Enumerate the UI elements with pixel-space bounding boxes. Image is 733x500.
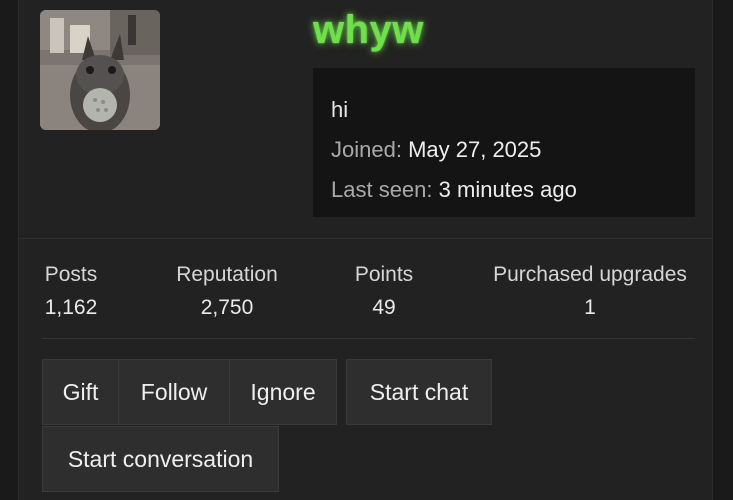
stat-label: Purchased upgrades <box>493 263 687 286</box>
start-chat-button[interactable]: Start chat <box>346 359 492 425</box>
last-seen-value: 3 minutes ago <box>438 177 577 202</box>
stat-label: Points <box>354 263 414 286</box>
stat-label: Reputation <box>176 263 278 286</box>
stat-label: Posts <box>44 263 98 286</box>
last-seen-row: Last seen: 3 minutes ago <box>331 170 677 210</box>
follow-button[interactable]: Follow <box>118 359 230 425</box>
stat-value: 1,162 <box>44 296 98 319</box>
avatar-photo-dog <box>40 10 160 130</box>
last-seen-label: Last seen: <box>331 177 433 202</box>
avatar[interactable] <box>40 10 160 130</box>
stat-points[interactable]: Points 49 <box>346 258 422 324</box>
joined-date: May 27, 2025 <box>408 137 542 162</box>
stats-bar: Posts 1,162 Reputation 2,750 Points 49 P… <box>19 258 714 328</box>
stat-posts[interactable]: Posts 1,162 <box>41 258 101 324</box>
joined-row: Joined: May 27, 2025 <box>331 130 677 170</box>
stat-value: 49 <box>372 296 396 319</box>
stat-value: 2,750 <box>200 296 254 319</box>
divider <box>19 238 712 239</box>
ignore-button[interactable]: Ignore <box>229 359 337 425</box>
joined-label: Joined: <box>331 137 402 162</box>
username[interactable]: whyw <box>313 8 424 53</box>
stat-purchased-upgrades[interactable]: Purchased upgrades 1 <box>485 258 695 324</box>
profile-info-box: hi Joined: May 27, 2025 Last seen: 3 min… <box>313 68 695 217</box>
profile-card: whyw hi Joined: May 27, 2025 Last seen: … <box>18 0 713 500</box>
gift-button[interactable]: Gift <box>42 359 119 425</box>
divider <box>42 338 695 339</box>
stat-reputation[interactable]: Reputation 2,750 <box>167 258 287 324</box>
stat-value: 1 <box>584 296 596 319</box>
start-conversation-button[interactable]: Start conversation <box>42 426 279 492</box>
status-text: hi <box>331 97 349 122</box>
